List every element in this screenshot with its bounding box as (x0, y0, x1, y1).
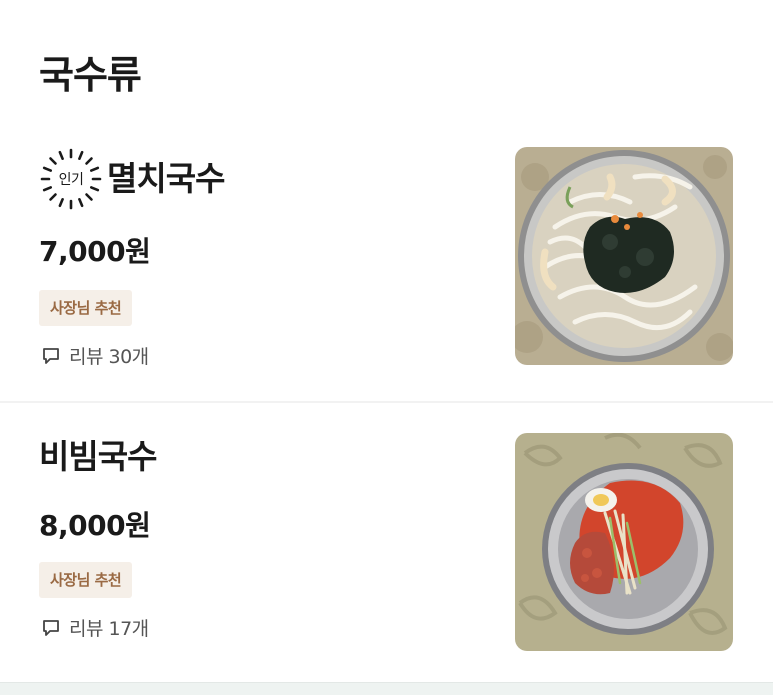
anchovy-noodle-photo (515, 147, 733, 365)
item-price: 8,000원 (39, 509, 151, 542)
item-name-row: 인기 멸치국수 (39, 147, 225, 211)
owner-recommend-tag: 사장님 추천 (39, 562, 133, 598)
review-count-label: 리뷰 17개 (69, 618, 149, 640)
owner-recommend-tag: 사장님 추천 (39, 290, 133, 326)
speech-bubble-icon (43, 619, 59, 636)
item-name: 멸치국수 (107, 159, 225, 198)
review-count: 리뷰 17개 (41, 614, 149, 641)
speech-bubble-icon (43, 347, 59, 364)
review-count: 리뷰 30개 (41, 342, 149, 369)
item-name: 비빔국수 (39, 437, 157, 476)
review-count-label: 리뷰 30개 (69, 346, 149, 368)
item-price: 7,000원 (39, 235, 151, 268)
item-name-row: 비빔국수 (39, 437, 157, 477)
section-title: 국수류 (39, 53, 142, 97)
item-photo (515, 433, 733, 651)
popular-badge: 인기 (39, 147, 103, 211)
menu-item-bibim-noodle[interactable]: 비빔국수 8,000원 사장님 추천 리뷰 17개 (0, 404, 773, 682)
menu-item-anchovy-noodle[interactable]: 인기 멸치국수 7,000원 사장님 추천 리뷰 30개 (0, 120, 773, 402)
bibim-noodle-photo (515, 433, 733, 651)
item-divider (0, 401, 773, 403)
bottom-bar (0, 682, 773, 695)
item-photo (515, 147, 733, 365)
popular-badge-label: 인기 (58, 172, 84, 188)
